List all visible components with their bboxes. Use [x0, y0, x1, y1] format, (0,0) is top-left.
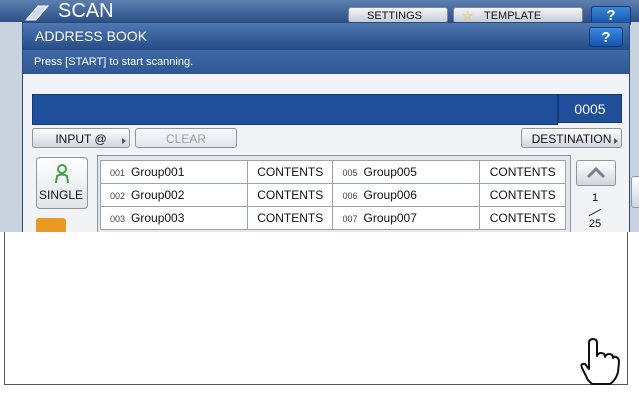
entry-name: Group002: [131, 188, 185, 202]
entry-name: Group007: [363, 211, 417, 225]
arrow-right-icon: [614, 138, 618, 144]
entry-name: Group001: [131, 165, 185, 179]
contents-button[interactable]: CONTENTS: [479, 183, 566, 207]
settings-button[interactable]: SETTINGS: [348, 7, 448, 23]
address-table: 001 Group001 CONTENTS 005 Group005 CONTENTS 00…: [100, 160, 566, 230]
address-entry[interactable]: 001 Group001: [100, 160, 248, 184]
entry-number: 001: [110, 168, 126, 178]
entry-number: 006: [342, 191, 358, 201]
destination-count: 0005: [558, 94, 622, 123]
chevron-up-icon: [586, 166, 606, 179]
arrow-right-icon: [122, 138, 126, 144]
contents-button[interactable]: CONTENTS: [479, 160, 566, 184]
person-icon: [54, 164, 70, 189]
entry-number: 007: [342, 214, 358, 224]
contents-button[interactable]: CONTENTS: [246, 206, 334, 230]
contents-button[interactable]: CONTENTS: [246, 183, 334, 207]
settings-label: SETTINGS: [367, 10, 423, 22]
scan-screen: SCAN SETTINGS ☆ TEMPLATE ? ADDRESS BOOK …: [0, 0, 639, 232]
screen-title: SCAN: [58, 0, 114, 22]
clear-button[interactable]: CLEAR: [135, 128, 237, 148]
destination-label: DESTINATION: [531, 132, 612, 146]
page-total: 25: [588, 218, 602, 230]
address-entry[interactable]: 005 Group005: [332, 160, 481, 184]
tab-single-label: SINGLE: [38, 188, 83, 202]
top-bar: SCAN SETTINGS ☆ TEMPLATE ?: [0, 0, 639, 26]
address-entry[interactable]: 007 Group007: [332, 206, 481, 230]
dialog-title: ADDRESS BOOK: [35, 28, 148, 44]
contents-button[interactable]: CONTENTS: [479, 206, 566, 230]
input-at-button[interactable]: INPUT @: [32, 128, 130, 148]
help-button[interactable]: ?: [589, 27, 623, 47]
address-entry[interactable]: 002 Group002: [100, 183, 248, 207]
entry-name: Group003: [131, 211, 185, 225]
scan-icon: [24, 2, 50, 22]
template-button[interactable]: ☆ TEMPLATE: [453, 7, 583, 23]
input-at-label: INPUT @: [55, 132, 107, 146]
dialog-title-bar: ADDRESS BOOK ?: [23, 23, 629, 50]
scroll-up-button[interactable]: [576, 160, 616, 186]
entry-number: 002: [110, 191, 126, 201]
side-tab[interactable]: [631, 176, 639, 208]
screen-frame: [4, 232, 628, 385]
template-label: TEMPLATE: [484, 10, 542, 22]
entry-number: 005: [342, 168, 358, 178]
status-message: Press [START] to start scanning.: [34, 56, 194, 68]
table-row: 002 Group002 CONTENTS 006 Group006 CONTENTS: [100, 183, 566, 207]
tab-single[interactable]: SINGLE: [36, 157, 88, 209]
hand-pointer-icon: [574, 334, 622, 393]
entry-name: Group006: [363, 188, 417, 202]
address-input-field[interactable]: [32, 94, 558, 125]
table-row: 001 Group001 CONTENTS 005 Group005 CONTENTS: [100, 160, 566, 184]
message-bar: Press [START] to start scanning.: [23, 50, 629, 74]
contents-button[interactable]: CONTENTS: [246, 160, 334, 184]
address-entry[interactable]: 003 Group003: [100, 206, 248, 230]
destination-button[interactable]: DESTINATION: [521, 128, 622, 148]
table-row: 003 Group003 CONTENTS 007 Group007 CONTENTS: [100, 206, 566, 230]
tab-group[interactable]: [36, 218, 66, 232]
page-current: 1: [591, 192, 599, 204]
address-entry[interactable]: 006 Group006: [332, 183, 481, 207]
clear-label: CLEAR: [165, 132, 206, 146]
entry-number: 003: [110, 214, 126, 224]
entry-name: Group005: [363, 165, 417, 179]
